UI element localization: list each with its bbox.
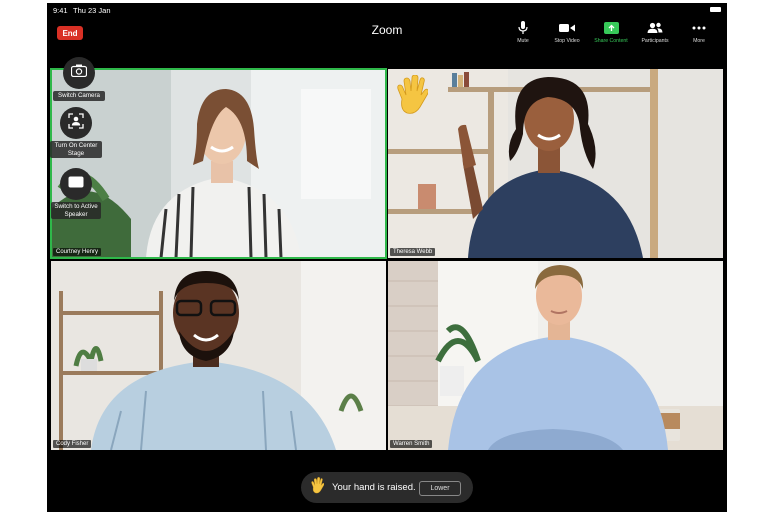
participant-video bbox=[388, 261, 723, 450]
participants-button[interactable]: Participants bbox=[633, 20, 677, 50]
participants-icon bbox=[647, 20, 663, 36]
active-speaker-label: Switch to Active Speaker bbox=[51, 202, 101, 219]
hand-raised-message: Your hand is raised. bbox=[332, 482, 416, 493]
video-tile-theresa-webb[interactable]: Theresa Webb bbox=[388, 69, 723, 258]
center-stage-label: Turn On Center Stage bbox=[50, 141, 102, 158]
switch-camera-control[interactable]: Switch Camera bbox=[53, 57, 105, 101]
video-tile-warren-smith[interactable]: Warren Smith bbox=[388, 261, 723, 450]
meeting-toolbar: Mute Stop Video Share Content Participan… bbox=[501, 20, 721, 50]
switch-camera-button[interactable] bbox=[63, 57, 95, 89]
microphone-icon bbox=[518, 20, 528, 36]
participant-name: Theresa Webb bbox=[390, 248, 436, 256]
status-bar: 9:41 Thu 23 Jan bbox=[47, 3, 727, 17]
video-camera-icon bbox=[559, 20, 575, 36]
stop-video-button[interactable]: Stop Video bbox=[545, 20, 589, 50]
lower-hand-button[interactable]: Lower bbox=[419, 481, 461, 496]
active-speaker-button[interactable] bbox=[60, 168, 92, 200]
participant-video bbox=[51, 261, 386, 450]
center-stage-button[interactable] bbox=[60, 107, 92, 139]
share-content-label: Share Content bbox=[594, 38, 628, 44]
raised-hand-icon bbox=[394, 74, 429, 120]
share-content-button[interactable]: Share Content bbox=[589, 20, 633, 50]
participants-label: Participants bbox=[641, 38, 669, 44]
mute-label: Mute bbox=[517, 38, 529, 44]
video-tile-cody-fisher[interactable]: Cody Fisher bbox=[51, 261, 386, 450]
active-speaker-control[interactable]: Switch to Active Speaker bbox=[51, 168, 101, 219]
zoom-window: 9:41 Thu 23 Jan End Zoom Mute Stop Video… bbox=[47, 3, 727, 512]
participant-name: Warren Smith bbox=[390, 440, 433, 448]
share-screen-icon bbox=[603, 20, 619, 36]
mute-button[interactable]: Mute bbox=[501, 20, 545, 50]
more-label: More bbox=[693, 38, 705, 44]
raised-hand-icon bbox=[310, 476, 325, 499]
stop-video-label: Stop Video bbox=[554, 38, 580, 44]
switch-camera-icon bbox=[70, 64, 88, 82]
more-dots-icon bbox=[692, 20, 706, 36]
hand-raised-toast: Your hand is raised. Lower bbox=[301, 472, 473, 503]
participant-name: Cody Fisher bbox=[53, 440, 92, 448]
switch-camera-label: Switch Camera bbox=[53, 91, 105, 101]
status-date: Thu 23 Jan bbox=[73, 6, 111, 15]
center-stage-icon bbox=[68, 112, 84, 134]
center-stage-control[interactable]: Turn On Center Stage bbox=[50, 107, 102, 158]
status-time: 9:41 bbox=[53, 6, 68, 15]
more-button[interactable]: More bbox=[677, 20, 721, 50]
participant-name: Courtney Henry bbox=[53, 248, 102, 256]
battery-icon bbox=[710, 7, 721, 12]
participant-video bbox=[388, 69, 723, 258]
active-speaker-icon bbox=[68, 175, 84, 193]
